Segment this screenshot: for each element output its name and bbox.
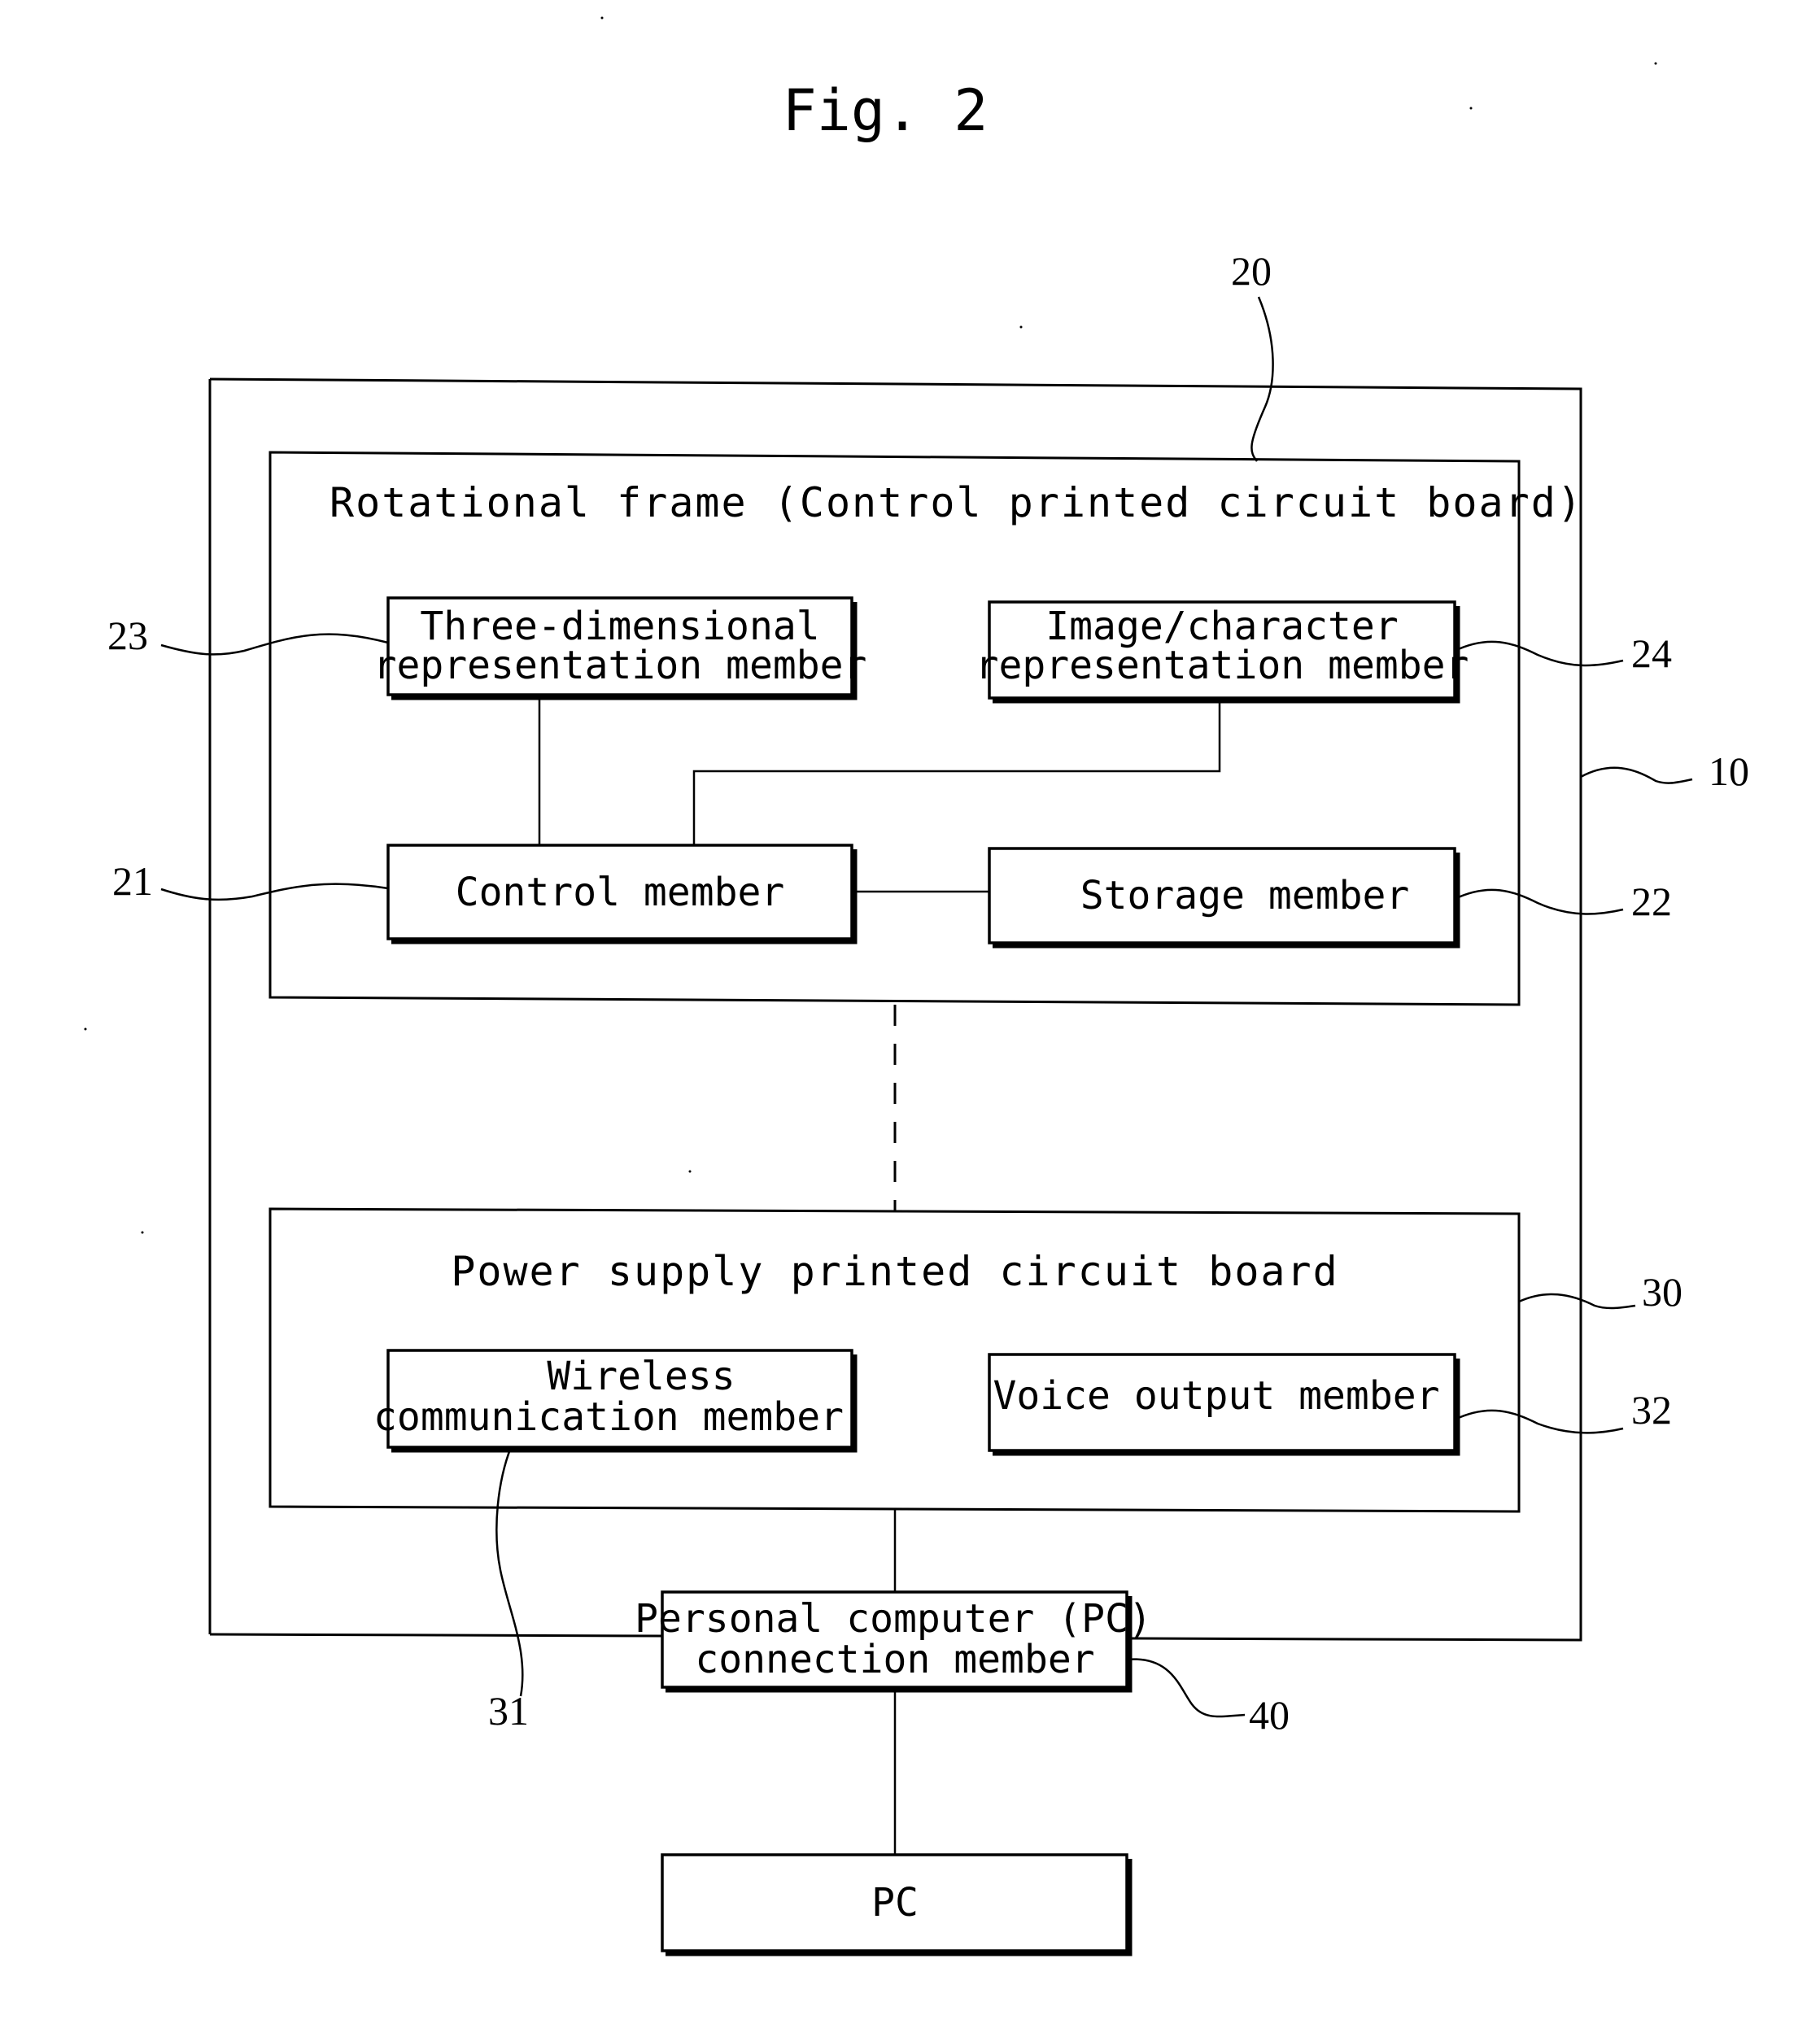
block-pc: PC (661, 1853, 1133, 1956)
scan-speck (141, 1231, 144, 1234)
power-board-title: Power supply printed circuit board (451, 1248, 1339, 1295)
block-control: Control member (386, 844, 858, 944)
rotational-frame-title: Rotational frame (Control printed circui… (330, 479, 1583, 526)
block-label-line-1: Wireless (547, 1354, 735, 1399)
leader-30 (1518, 1293, 1636, 1310)
block-diagram: Fig. 2 Rotational frame (Control printed… (84, 16, 1749, 1956)
scan-speck (600, 16, 604, 20)
block-image-character: Image/character representation member (975, 600, 1469, 704)
leader-10 (1580, 766, 1693, 784)
leader-32 (1454, 1409, 1624, 1434)
leader-21 (160, 883, 389, 901)
ref-31: 31 (488, 1688, 529, 1734)
block-storage: Storage member (988, 847, 1460, 949)
block-pc-connection: Personal computer (PC) connection member (635, 1590, 1152, 1693)
block-voice-output: Voice output member (988, 1353, 1460, 1456)
ref-20: 20 (1231, 248, 1272, 294)
scan-speck (1654, 62, 1657, 65)
block-label-line-2: representation member (975, 643, 1469, 688)
block-label: Voice output member (993, 1373, 1439, 1419)
ref-21: 21 (112, 858, 153, 904)
block-label: Storage member (1080, 873, 1410, 918)
block-label-line-1: Personal computer (PC) (635, 1596, 1152, 1642)
ref-22: 22 (1631, 879, 1672, 924)
ref-24: 24 (1631, 630, 1672, 676)
leader-23 (160, 633, 389, 656)
block-label-line-2: communication member (373, 1394, 844, 1440)
leader-40 (1126, 1658, 1246, 1718)
leader-31 (495, 1446, 524, 1697)
scan-speck (84, 1027, 87, 1031)
ref-40: 40 (1249, 1692, 1290, 1738)
block-label-line-2: connection member (695, 1637, 1094, 1682)
wire-image-to-control (692, 698, 1221, 845)
block-three-dimensional: Three-dimensional representation member (373, 596, 867, 700)
scan-speck (1019, 325, 1023, 329)
scan-speck (688, 1170, 692, 1173)
leader-22 (1454, 888, 1624, 915)
ref-10: 10 (1709, 748, 1749, 794)
figure-title: Fig. 2 (783, 77, 989, 144)
block-label-line-2: representation member (373, 643, 867, 688)
scan-speck (1469, 107, 1473, 110)
block-label: Control member (456, 870, 785, 915)
block-wireless: Wireless communication member (373, 1349, 858, 1453)
ref-32: 32 (1631, 1387, 1672, 1433)
ref-23: 23 (107, 613, 148, 658)
ref-30: 30 (1642, 1269, 1683, 1315)
leader-24 (1454, 640, 1624, 667)
block-label: PC (871, 1880, 919, 1926)
leader-20 (1250, 296, 1274, 462)
